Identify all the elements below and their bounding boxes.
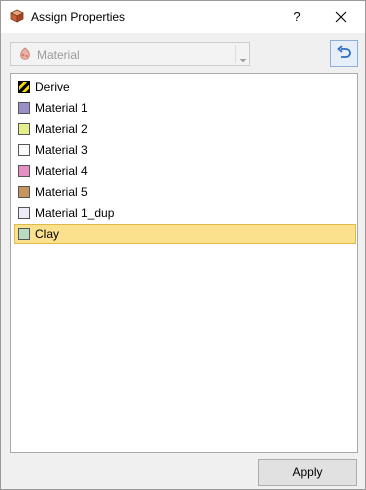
color-swatch: [18, 207, 30, 219]
chevron-down-icon: [239, 52, 247, 66]
derive-swatch: [18, 81, 30, 93]
list-item-material-3[interactable]: Material 3: [14, 140, 356, 160]
list-item-material-1[interactable]: Material 1: [14, 98, 356, 118]
list-item-material-5[interactable]: Material 5: [14, 182, 356, 202]
app-icon: [9, 8, 25, 24]
assign-properties-dialog: Assign Properties ? Material Derive Mate…: [0, 0, 366, 490]
close-button[interactable]: [323, 5, 359, 29]
material-type-dropdown[interactable]: Material: [10, 42, 250, 66]
help-button[interactable]: ?: [281, 5, 313, 29]
material-icon: [18, 47, 32, 61]
color-swatch: [18, 228, 30, 240]
title-bar: Assign Properties ?: [1, 1, 365, 33]
list-item-clay[interactable]: Clay: [14, 224, 356, 244]
list-item-label: Material 1_dup: [35, 206, 115, 220]
close-icon: [335, 11, 347, 23]
window-title: Assign Properties: [31, 10, 126, 24]
dropdown-selected-value: Material: [37, 48, 80, 62]
undo-arrow-icon: [337, 45, 351, 58]
list-item-label: Material 3: [35, 143, 88, 157]
apply-button[interactable]: Apply: [258, 459, 357, 486]
list-item-material-2[interactable]: Material 2: [14, 119, 356, 139]
color-swatch: [18, 123, 30, 135]
list-item-material-1-dup[interactable]: Material 1_dup: [14, 203, 356, 223]
dropdown-divider: [235, 45, 236, 63]
material-list: Derive Material 1 Material 2 Material 3 …: [10, 73, 358, 453]
list-item-label: Material 4: [35, 164, 88, 178]
list-item-label: Derive: [35, 80, 70, 94]
color-swatch: [18, 186, 30, 198]
undo-button[interactable]: [330, 40, 358, 67]
list-item-label: Material 2: [35, 122, 88, 136]
list-item-derive[interactable]: Derive: [14, 77, 356, 97]
list-item-label: Clay: [35, 227, 60, 241]
color-swatch: [18, 144, 30, 156]
list-item-label: Material 5: [35, 185, 88, 199]
color-swatch: [18, 165, 30, 177]
color-swatch: [18, 102, 30, 114]
list-item-material-4[interactable]: Material 4: [14, 161, 356, 181]
list-item-label: Material 1: [35, 101, 88, 115]
